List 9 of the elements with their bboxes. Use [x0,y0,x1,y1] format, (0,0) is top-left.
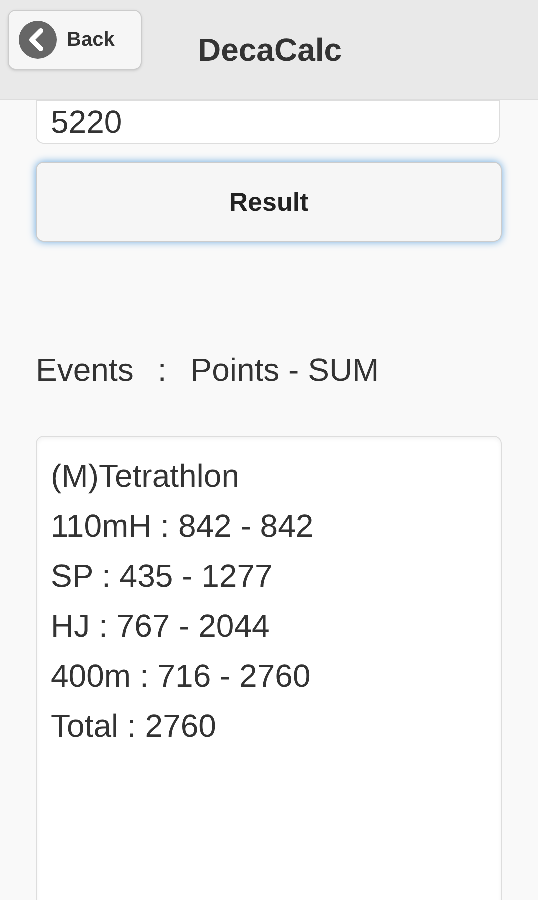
points-label: Points - SUM [190,351,380,390]
result-button[interactable]: Result [36,162,502,242]
events-label: Events [36,351,134,390]
score-field[interactable]: 5220 [36,100,500,144]
back-button[interactable]: Back [8,10,142,70]
app-title: DecaCalc [198,30,342,70]
back-icon [19,21,57,59]
result-field[interactable]: (M)Tetrathlon 110mH : 842 - 842 SP : 435 - 1277 HJ : 767 - 2044 400m : 716 - 2760 Total : 2760 [36,436,502,900]
separator-label: : [158,351,167,390]
